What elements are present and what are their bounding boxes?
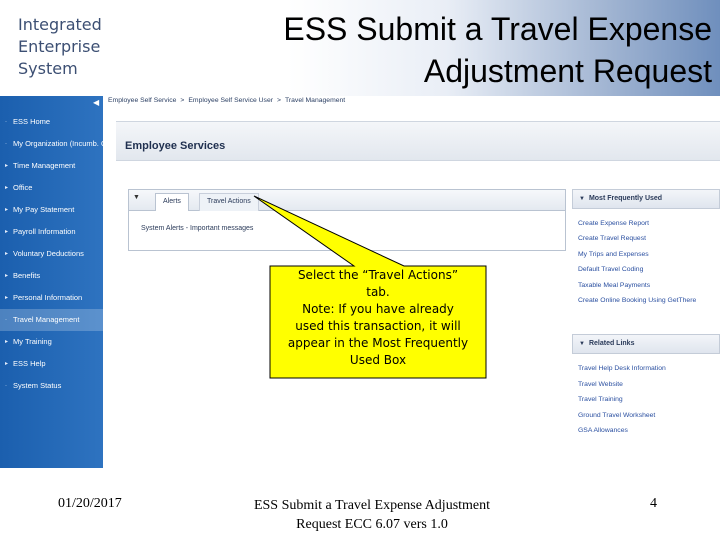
sidebar-item-label: My Organization (Incumb. Only) bbox=[13, 139, 103, 148]
alerts-panel: ▼ Alerts Travel Actions System Alerts - … bbox=[128, 189, 566, 251]
bullet-icon: ▸ bbox=[5, 229, 9, 235]
bullet-icon: ▸ bbox=[5, 273, 9, 279]
chevron-down-icon[interactable]: ▼ bbox=[133, 194, 140, 201]
callout-line: tab. bbox=[366, 285, 390, 299]
chevron-down-icon: ▼ bbox=[579, 341, 585, 347]
sidebar-item-label: Office bbox=[13, 183, 33, 192]
slide-title: ESS Submit a Travel Expense Adjustment R… bbox=[242, 8, 712, 92]
sidebar-item[interactable]: ▸ Voluntary Deductions bbox=[0, 243, 103, 265]
bullet-icon: ▸ bbox=[5, 207, 9, 213]
sidebar: ◀ · ESS Home · My Organization (Incumb. Onl… bbox=[0, 96, 103, 468]
callout-line: used this transaction, it will bbox=[295, 319, 461, 333]
bullet-icon: · bbox=[5, 141, 7, 147]
breadcrumb-item[interactable]: Employee Self Service User bbox=[188, 97, 273, 104]
callout-text: Select the “Travel Actions” tab. Note: I… bbox=[270, 266, 486, 378]
panel-link[interactable]: Taxable Meal Payments bbox=[578, 282, 650, 289]
sidebar-item[interactable]: ▸ Benefits bbox=[0, 265, 103, 287]
sidebar-item[interactable]: ▸ My Training bbox=[0, 331, 103, 353]
page-number: 4 bbox=[650, 496, 657, 511]
bullet-icon: · bbox=[5, 383, 7, 389]
breadcrumb-separator: > bbox=[277, 97, 281, 104]
alerts-message: System Alerts - Important messages bbox=[141, 225, 254, 232]
callout-line: Used Box bbox=[349, 353, 407, 367]
slide-title-line-2: Adjustment Request bbox=[423, 53, 712, 89]
bullet-icon: ▸ bbox=[5, 185, 9, 191]
employee-services-bar: Employee Services bbox=[116, 121, 720, 161]
panel-link[interactable]: Create Expense Report bbox=[578, 220, 649, 227]
sidebar-item-label: System Status bbox=[13, 381, 62, 390]
sidebar-item[interactable]: ▸ Payroll Information bbox=[0, 221, 103, 243]
related-links-panel: ▼ Related Links Travel Help Desk Informat… bbox=[572, 334, 720, 454]
footer-title-line-1: ESS Submit a Travel Expense Adjustment bbox=[253, 498, 491, 513]
bullet-icon: · bbox=[5, 119, 7, 125]
bullet-icon: · bbox=[5, 317, 7, 323]
brand-line-3: System bbox=[18, 59, 78, 78]
sidebar-item-label: ESS Home bbox=[13, 117, 51, 126]
breadcrumb-item[interactable]: Employee Self Service bbox=[108, 97, 176, 104]
sidebar-item-label: Personal Information bbox=[13, 293, 83, 302]
bullet-icon: ▸ bbox=[5, 361, 9, 367]
panel-link[interactable]: Default Travel Coding bbox=[578, 266, 643, 273]
sidebar-item[interactable]: · Travel Management bbox=[0, 309, 103, 331]
most-frequently-used-header[interactable]: ▼ Most Frequently Used bbox=[572, 189, 720, 209]
brand-line-1: Integrated bbox=[18, 15, 102, 34]
sidebar-item-label: Benefits bbox=[13, 271, 41, 280]
sidebar-item-label: Payroll Information bbox=[13, 227, 76, 236]
breadcrumb-separator: > bbox=[180, 97, 185, 104]
sidebar-item[interactable]: ▸ My Pay Statement bbox=[0, 199, 103, 221]
chevron-left-icon[interactable]: ◀ bbox=[93, 98, 99, 107]
panel-title: Related Links bbox=[588, 340, 635, 347]
sidebar-item[interactable]: · My Organization (Incumb. Only) bbox=[0, 133, 103, 155]
sidebar-item-label: Voluntary Deductions bbox=[13, 249, 84, 258]
sidebar-item[interactable]: ▸ Personal Information bbox=[0, 287, 103, 309]
panel-link[interactable]: Travel Training bbox=[578, 396, 623, 403]
sidebar-item[interactable]: ▸ ESS Help bbox=[0, 353, 103, 375]
most-frequently-used-panel: ▼ Most Frequently Used Create Expense Rep… bbox=[572, 189, 720, 319]
panel-link[interactable]: Travel Website bbox=[578, 381, 623, 388]
panel-link[interactable]: GSA Allowances bbox=[578, 427, 628, 434]
sidebar-item[interactable]: · System Status bbox=[0, 375, 103, 397]
breadcrumb-item[interactable]: Travel Management bbox=[285, 97, 345, 104]
sidebar-item-label: My Pay Statement bbox=[13, 205, 75, 214]
brand-logo-text: Integrated Enterprise System bbox=[18, 14, 138, 80]
alerts-tabbar: ▼ Alerts Travel Actions bbox=[129, 190, 565, 211]
sidebar-item-label: Travel Management bbox=[13, 315, 80, 324]
sidebar-item-label: ESS Help bbox=[13, 359, 46, 368]
sidebar-item[interactable]: ▸ Time Management bbox=[0, 155, 103, 177]
sidebar-item-label: Time Management bbox=[13, 161, 76, 170]
footer-date: 01/20/2017 bbox=[58, 496, 122, 511]
callout-line: Note: If you have already bbox=[302, 302, 454, 316]
panel-link[interactable]: Create Travel Request bbox=[578, 235, 646, 242]
sidebar-item[interactable]: · ESS Home bbox=[0, 111, 103, 133]
sidebar-item-label: My Training bbox=[13, 337, 52, 346]
slide-title-line-1: ESS Submit a Travel Expense bbox=[283, 11, 712, 47]
panel-link[interactable]: Ground Travel Worksheet bbox=[578, 412, 655, 419]
tab-travel-actions[interactable]: Travel Actions bbox=[199, 193, 259, 211]
bullet-icon: ▸ bbox=[5, 339, 9, 345]
bullet-icon: ▸ bbox=[5, 163, 9, 169]
footer-title: ESS Submit a Travel Expense Adjustment R… bbox=[236, 496, 508, 534]
brand-line-2: Enterprise bbox=[18, 37, 101, 56]
bullet-icon: ▸ bbox=[5, 251, 9, 257]
tab-alerts[interactable]: Alerts bbox=[155, 193, 189, 211]
employee-services-title: Employee Services bbox=[125, 140, 226, 152]
related-links-header[interactable]: ▼ Related Links bbox=[572, 334, 720, 354]
chevron-down-icon: ▼ bbox=[579, 196, 585, 202]
callout-line: appear in the Most Frequently bbox=[287, 336, 469, 350]
sidebar-item[interactable]: ▸ Office bbox=[0, 177, 103, 199]
panel-link[interactable]: My Trips and Expenses bbox=[578, 251, 649, 258]
footer-title-line-2: Request ECC 6.07 vers 1.0 bbox=[296, 517, 448, 532]
bullet-icon: ▸ bbox=[5, 295, 9, 301]
panel-link[interactable]: Create Online Booking Using GetThere bbox=[578, 297, 696, 304]
panel-link[interactable]: Travel Help Desk Information bbox=[578, 365, 666, 372]
panel-title: Most Frequently Used bbox=[588, 195, 663, 202]
callout-line: Select the “Travel Actions” bbox=[297, 268, 459, 282]
breadcrumb: Employee Self Service > Employee Self Serv… bbox=[108, 97, 345, 104]
